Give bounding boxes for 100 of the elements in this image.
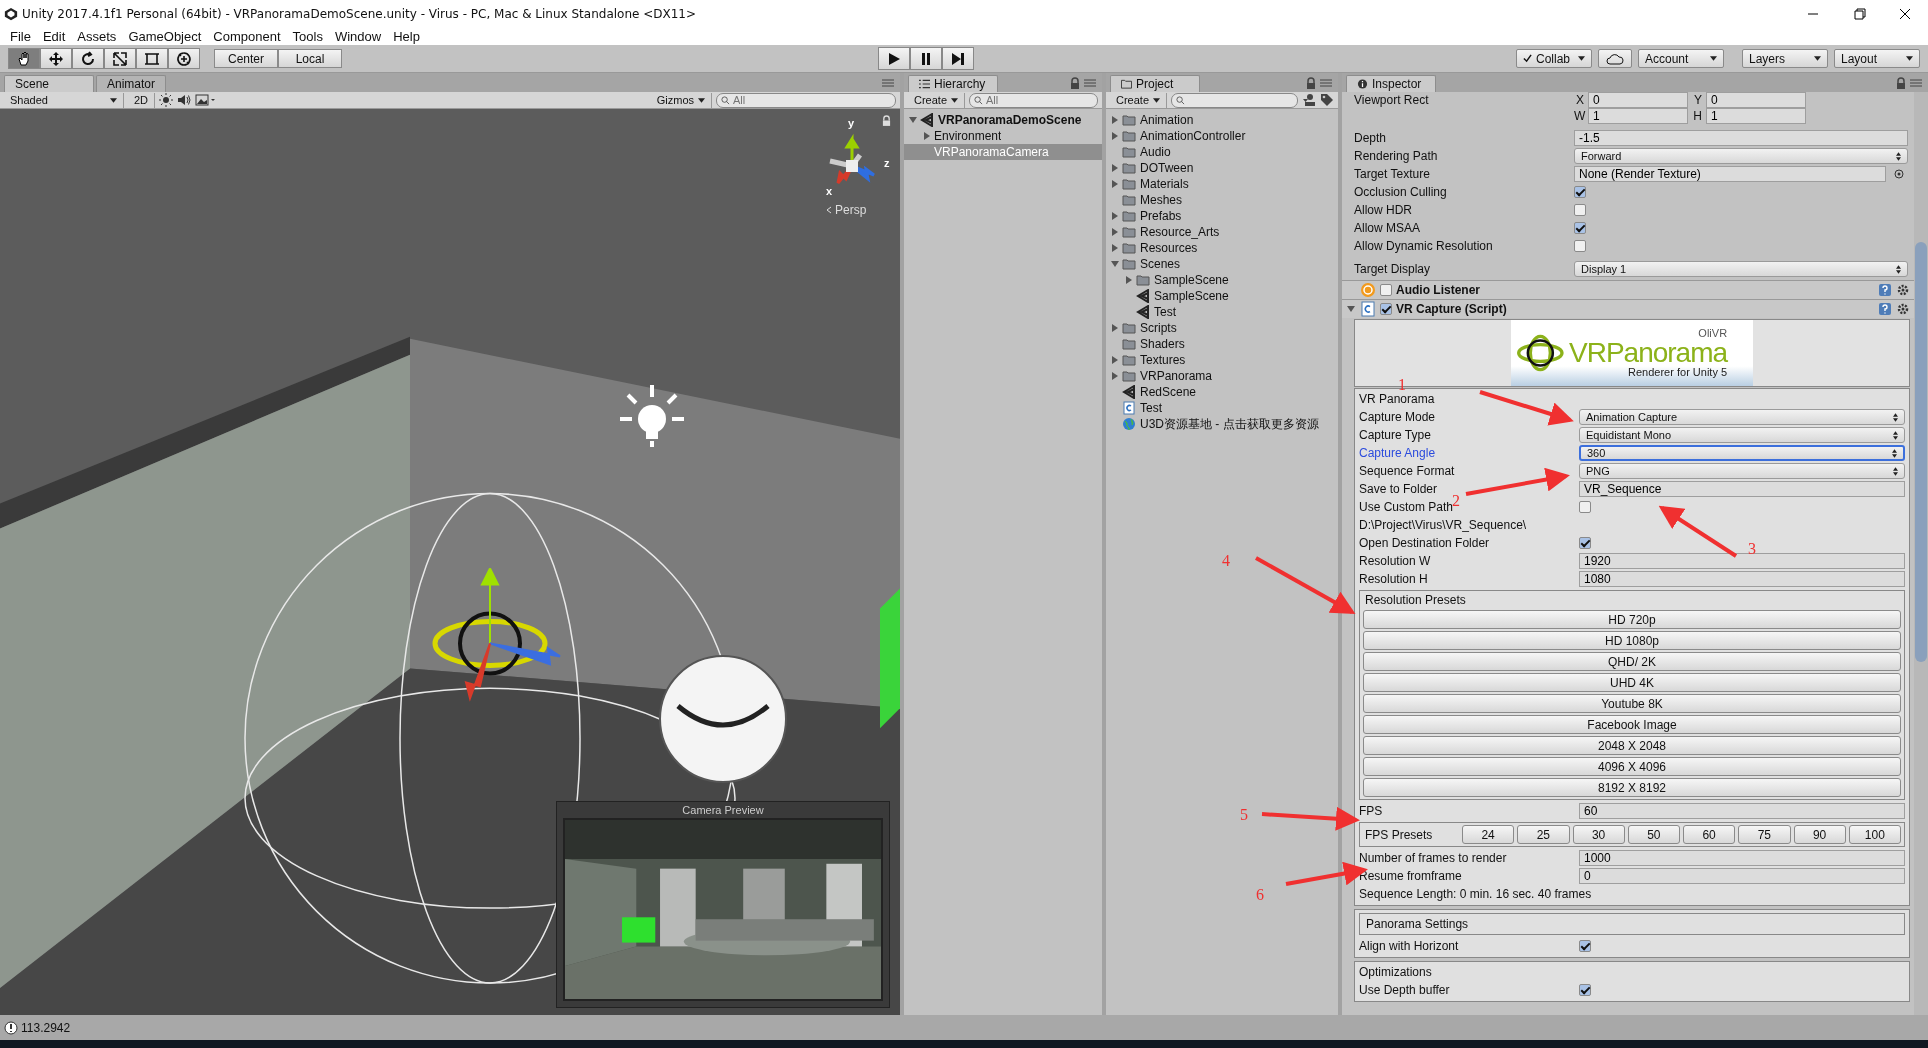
panel-tab[interactable]: Hierarchy — [908, 75, 998, 92]
checkbox[interactable] — [1574, 222, 1586, 234]
project-item[interactable]: SampleScene — [1106, 288, 1338, 304]
project-item[interactable]: U3D资源基地 - 点击获取更多资源 — [1106, 416, 1338, 432]
project-item[interactable]: Prefabs — [1106, 208, 1338, 224]
pivot-toggle-button[interactable]: Local — [278, 49, 342, 68]
preset-button[interactable]: HD 1080p — [1363, 631, 1901, 650]
settings-icon[interactable] — [1896, 302, 1910, 316]
hierarchy-item[interactable]: Environment — [904, 128, 1102, 144]
preset-button[interactable]: 24 — [1462, 825, 1515, 844]
expand-toggle-icon[interactable] — [1110, 323, 1120, 333]
menu-item[interactable]: File — [4, 27, 37, 45]
checkbox[interactable] — [1380, 303, 1392, 315]
preset-button[interactable]: 90 — [1793, 825, 1846, 844]
scale-tool-button[interactable] — [104, 48, 136, 69]
menu-item[interactable]: Component — [207, 27, 287, 45]
step-button[interactable] — [942, 47, 974, 70]
hierarchy-item[interactable]: VRPanoramaDemoScene — [904, 112, 1102, 128]
preset-button[interactable]: 75 — [1738, 825, 1791, 844]
preset-button[interactable]: 100 — [1848, 825, 1901, 844]
project-item[interactable]: Resources — [1106, 240, 1338, 256]
layout-dropdown[interactable]: Layout — [1834, 49, 1920, 68]
checkbox[interactable] — [1380, 284, 1392, 296]
pivot-toggle-button[interactable]: Center — [214, 49, 278, 68]
preset-button[interactable]: 60 — [1683, 825, 1736, 844]
input-field[interactable]: 0 — [1579, 868, 1905, 884]
checkbox[interactable] — [1574, 204, 1586, 216]
input-field[interactable]: -1.5 — [1574, 130, 1908, 146]
dropdown[interactable]: Equidistant Mono — [1579, 427, 1905, 443]
speaker-icon[interactable] — [177, 93, 192, 107]
preset-button[interactable]: 50 — [1627, 825, 1680, 844]
dropdown[interactable]: Display 1 — [1574, 261, 1908, 277]
checkbox[interactable] — [1579, 501, 1591, 513]
expand-toggle-icon[interactable] — [1110, 115, 1120, 125]
expand-toggle-icon[interactable] — [922, 131, 932, 141]
lock-icon[interactable] — [1070, 77, 1080, 89]
search-field[interactable]: All — [716, 92, 896, 108]
expand-toggle-icon[interactable] — [1346, 304, 1356, 314]
panel-tab[interactable]: Animator — [96, 75, 167, 92]
number-field[interactable]: 0 — [1706, 92, 1806, 108]
layers-dropdown[interactable]: Layers — [1742, 49, 1828, 68]
object-field[interactable]: None (Render Texture) — [1574, 166, 1886, 182]
preset-button[interactable]: UHD 4K — [1363, 673, 1901, 692]
checkbox[interactable] — [1574, 186, 1586, 198]
lock-icon[interactable] — [1896, 77, 1906, 89]
expand-toggle-icon[interactable] — [1110, 259, 1120, 269]
preset-button[interactable]: HD 720p — [1363, 610, 1901, 629]
input-field[interactable]: 1920 — [1579, 553, 1905, 569]
search-field[interactable]: All — [969, 92, 1098, 108]
expand-toggle-icon[interactable] — [1124, 275, 1134, 285]
preset-button[interactable]: QHD/ 2K — [1363, 652, 1901, 671]
checkbox[interactable] — [1579, 537, 1591, 549]
play-button[interactable] — [878, 47, 910, 70]
dropdown[interactable]: Forward — [1574, 148, 1908, 164]
object-picker-icon[interactable] — [1894, 169, 1904, 179]
panel-tab[interactable]: Scene — [4, 75, 94, 92]
menu-item[interactable]: Tools — [286, 27, 329, 45]
project-item[interactable]: Test — [1106, 304, 1338, 320]
checkbox[interactable] — [1579, 940, 1591, 952]
project-item[interactable]: Animation — [1106, 112, 1338, 128]
project-item[interactable]: Textures — [1106, 352, 1338, 368]
input-field[interactable]: 1000 — [1579, 850, 1905, 866]
panel-tab[interactable]: Inspector — [1346, 75, 1436, 92]
help-icon[interactable] — [1878, 283, 1892, 297]
expand-toggle-icon[interactable] — [1110, 243, 1120, 253]
panel-tab[interactable]: Project — [1110, 75, 1200, 92]
preset-button[interactable]: 8192 X 8192 — [1363, 778, 1901, 797]
expand-toggle-icon[interactable] — [1110, 163, 1120, 173]
dropdown[interactable]: PNG — [1579, 463, 1905, 479]
preset-button[interactable]: 2048 X 2048 — [1363, 736, 1901, 755]
expand-toggle-icon[interactable] — [1110, 355, 1120, 365]
menu-item[interactable]: Window — [328, 27, 388, 45]
preset-button[interactable]: Facebook Image — [1363, 715, 1901, 734]
expand-toggle-icon[interactable] — [1110, 211, 1120, 221]
dropdown[interactable]: Animation Capture — [1579, 409, 1905, 425]
project-item[interactable]: Meshes — [1106, 192, 1338, 208]
checkbox[interactable] — [1579, 984, 1591, 996]
preset-button[interactable]: Youtube 8K — [1363, 694, 1901, 713]
dropdown[interactable]: 360 — [1579, 445, 1905, 461]
scrollbar[interactable] — [1914, 92, 1928, 1015]
preset-button[interactable]: 4096 X 4096 — [1363, 757, 1901, 776]
menu-item[interactable]: Assets — [71, 27, 123, 45]
tag-icon[interactable] — [1320, 93, 1334, 107]
project-item[interactable]: Scenes — [1106, 256, 1338, 272]
pause-button[interactable] — [910, 47, 942, 70]
project-item[interactable]: RedScene — [1106, 384, 1338, 400]
project-item[interactable]: Materials — [1106, 176, 1338, 192]
project-item[interactable]: AnimationController — [1106, 128, 1338, 144]
project-item[interactable]: Test — [1106, 400, 1338, 416]
scrollbar-thumb[interactable] — [1915, 242, 1927, 662]
rotate-tool-button[interactable] — [72, 48, 104, 69]
lock-icon[interactable] — [1306, 77, 1316, 89]
menu-item[interactable]: Help — [387, 27, 426, 45]
project-item[interactable]: VRPanorama — [1106, 368, 1338, 384]
account-dropdown[interactable]: Account — [1638, 49, 1724, 68]
rect-tool-button[interactable] — [136, 48, 168, 69]
expand-toggle-icon[interactable] — [1110, 179, 1120, 189]
hand-tool-button[interactable] — [8, 48, 40, 69]
expand-toggle-icon[interactable] — [1110, 131, 1120, 141]
input-field[interactable]: 1080 — [1579, 571, 1905, 587]
